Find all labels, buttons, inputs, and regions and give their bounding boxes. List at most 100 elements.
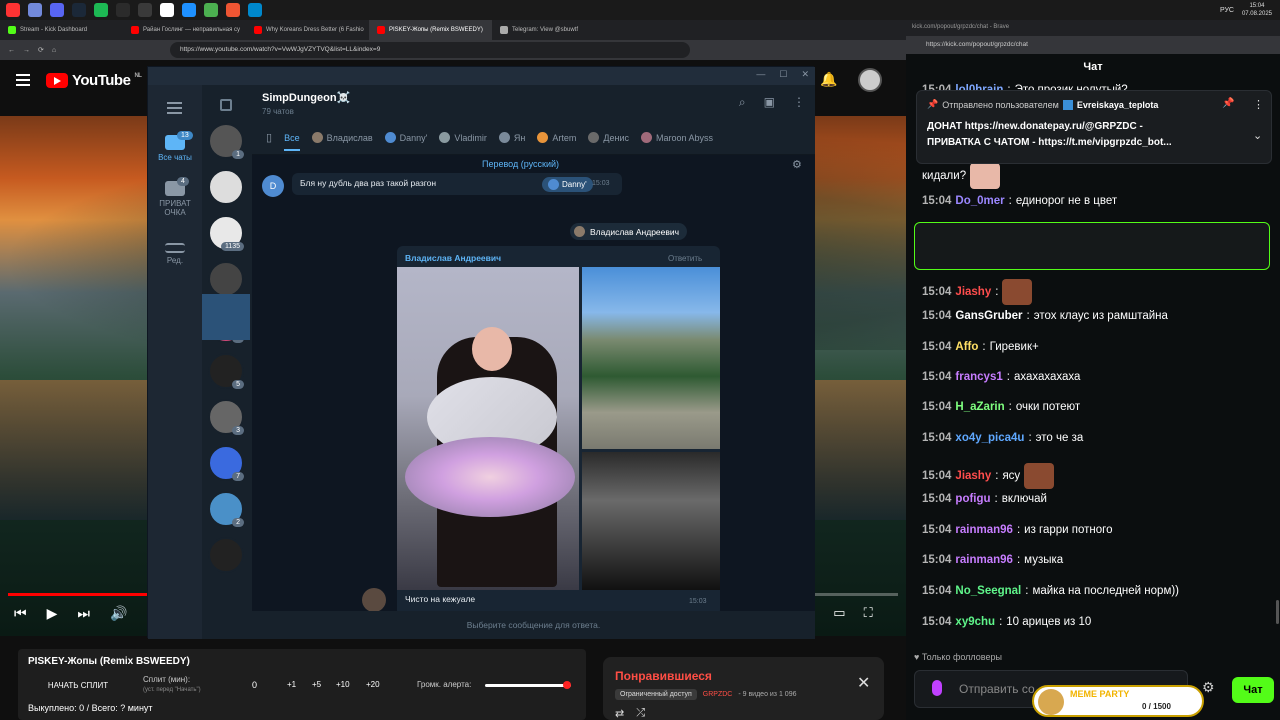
avatar[interactable]: D [262,175,284,197]
browser-tab[interactable]: Why Koreans Dress Better (6 Fashio [246,20,369,40]
chat-username[interactable]: H_aZarin [955,401,1004,413]
inc-20-button[interactable]: +20 [366,680,380,689]
chat-avatar[interactable] [208,537,244,573]
chat-avatar[interactable]: 5 [208,353,244,389]
chat-message[interactable]: 15:04 xo4y_pica4u: это че за [922,432,1083,444]
chat-message[interactable]: 15:04 rainman96: музыка [922,554,1063,566]
alert-volume-slider[interactable] [485,684,571,687]
reply-chip[interactable]: Danny' [542,177,593,192]
chat-message[interactable]: 15:04 xy9chu:10 арицев из 10 [922,616,1091,628]
close-icon[interactable]: ✕ [801,69,809,80]
more-icon[interactable]: ⋮ [1253,98,1264,111]
avatar[interactable] [362,588,386,612]
home-icon[interactable]: ⌂ [52,47,56,54]
inc-10-button[interactable]: +10 [336,680,350,689]
reply-button[interactable]: Ответить [668,254,702,263]
topic-tab[interactable]: Все [284,133,300,151]
translate-settings-icon[interactable]: ⚙ [792,158,802,171]
split-min-value[interactable]: 0 [252,680,257,690]
folder-private[interactable]: ПРИВАТ ОЧКА 4 [148,177,202,217]
chat-avatar[interactable] [208,169,244,205]
shuffle-icon[interactable]: ⤮ [636,707,645,720]
topic-tab[interactable]: Maroon Abyss [641,132,713,143]
obs-icon[interactable] [116,3,130,17]
fullscreen-icon[interactable]: ⛶ [864,605,873,621]
chat-message[interactable]: 15:04 Do_0mer: единорог не в цвет [922,195,1117,207]
chat-username[interactable]: rainman96 [955,524,1013,536]
minimize-icon[interactable]: — [756,69,765,80]
chat-message[interactable]: 15:04 H_aZarin: очки потеют [922,401,1080,413]
theater-icon[interactable]: ▭ [833,605,845,621]
app-icon[interactable] [138,3,152,17]
topics-panel-icon[interactable]: ▯ [266,131,272,144]
avatar[interactable] [858,68,882,92]
chat-username[interactable]: rainman96 [955,554,1013,566]
message-input[interactable]: Выберите сообщение для ответа. [252,611,815,639]
more-icon[interactable]: ⋮ [793,95,805,110]
chat-username[interactable]: Affo [955,341,978,353]
topic-tab[interactable]: Danny' [384,132,427,143]
chat-message[interactable]: 15:04 Affo: Гиревик+ [922,341,1039,353]
brave-icon[interactable] [6,3,20,17]
reload-icon[interactable]: ⟳ [38,46,44,54]
discord-alt-icon[interactable] [50,3,64,17]
chat-avatar[interactable] [208,261,244,297]
browser-tab[interactable]: Stream - Kick Dashboard [0,20,123,40]
photo-3[interactable] [582,452,720,590]
photo-1[interactable] [397,267,579,590]
topic-tab[interactable]: Владислав [311,132,373,143]
volume-icon[interactable]: 🔊 [110,605,127,622]
topic-tab[interactable]: Artem [537,132,576,143]
inc-5-button[interactable]: +5 [312,680,321,689]
start-split-button[interactable]: НАЧАТЬ СПЛИТ [28,679,128,693]
spotify-icon[interactable] [94,3,108,17]
folder-edit[interactable]: Ред. [148,243,202,265]
next-icon[interactable]: ⏭ [77,605,90,622]
app-icon[interactable] [182,3,196,17]
maximize-icon[interactable]: ☐ [779,69,787,80]
menu-icon[interactable] [16,71,30,89]
alert-volume-knob[interactable] [562,681,571,689]
chat-message[interactable]: 15:04 rainman96: из гарри потного [922,524,1113,536]
folder-all-chats[interactable]: Все чаты 13 [148,131,202,162]
youtube-logo[interactable]: YouTube NL [46,72,142,89]
chat-avatar[interactable]: 1135 [208,215,244,251]
message[interactable]: D Бля ну дубль два раз такой разгон Dann… [262,173,622,197]
chat-avatar[interactable]: 3 [208,399,244,435]
chat-username[interactable]: pofigu [955,493,990,505]
settings-icon[interactable]: ⚙ [1202,679,1215,696]
chat-username[interactable]: xo4y_pica4u [955,432,1024,444]
app-icon[interactable] [226,3,240,17]
unpin-icon[interactable]: 📌 [1222,98,1234,109]
album-message[interactable]: Владислав Андреевич Ответить Чисто на ке… [397,246,720,616]
forward-icon[interactable]: → [23,47,30,54]
chat-message[interactable]: 15:04 francys1: ахахахахаха [922,371,1080,383]
chat-avatar[interactable]: 1 [208,123,244,159]
back-icon[interactable]: ← [8,47,15,54]
chat-title[interactable]: SimpDungeon☠️ [262,91,350,104]
translate-bar[interactable]: Перевод (русский) [482,159,559,169]
browser-tab[interactable]: Райан Гослинг — неправильная су [123,20,246,40]
search-icon[interactable]: ⌕ [739,95,746,110]
chat-username[interactable]: xy9chu [955,616,995,628]
browser-tab[interactable]: Telegram: View @sbuwtf [492,20,615,40]
chat-username[interactable]: francys1 [955,371,1002,383]
topic-tab[interactable]: Денис [588,132,629,143]
discord-icon[interactable] [28,3,42,17]
topic-tab[interactable]: Ян [498,132,525,143]
scrollbar[interactable] [1276,600,1279,624]
chat-username[interactable]: No_Seegnal [955,585,1021,597]
address-bar[interactable]: https://www.youtube.com/watch?v=VwWJgVZY… [170,42,690,58]
app-icon[interactable] [160,3,174,17]
lang-indicator[interactable]: РУС [1220,7,1234,14]
chat-message[interactable]: 15:04 Jiashy: [922,279,1033,305]
chat-message[interactable]: 15:04 GansGruber: этох клаус из рамштайна [922,310,1168,322]
chat-message[interactable]: 15:04 Jiashy: ясу [922,463,1055,489]
send-button[interactable]: Чат [1232,677,1274,703]
previous-icon[interactable]: ⏮ [14,605,27,622]
chat-username[interactable]: Jiashy [955,470,991,482]
archive-icon[interactable] [220,99,232,111]
chat-message[interactable]: 15:04 pofigu: включай [922,493,1047,505]
notifications-bell-icon[interactable]: 🔔 [820,71,837,87]
sender-pill[interactable]: Владислав Андреевич [570,223,688,240]
